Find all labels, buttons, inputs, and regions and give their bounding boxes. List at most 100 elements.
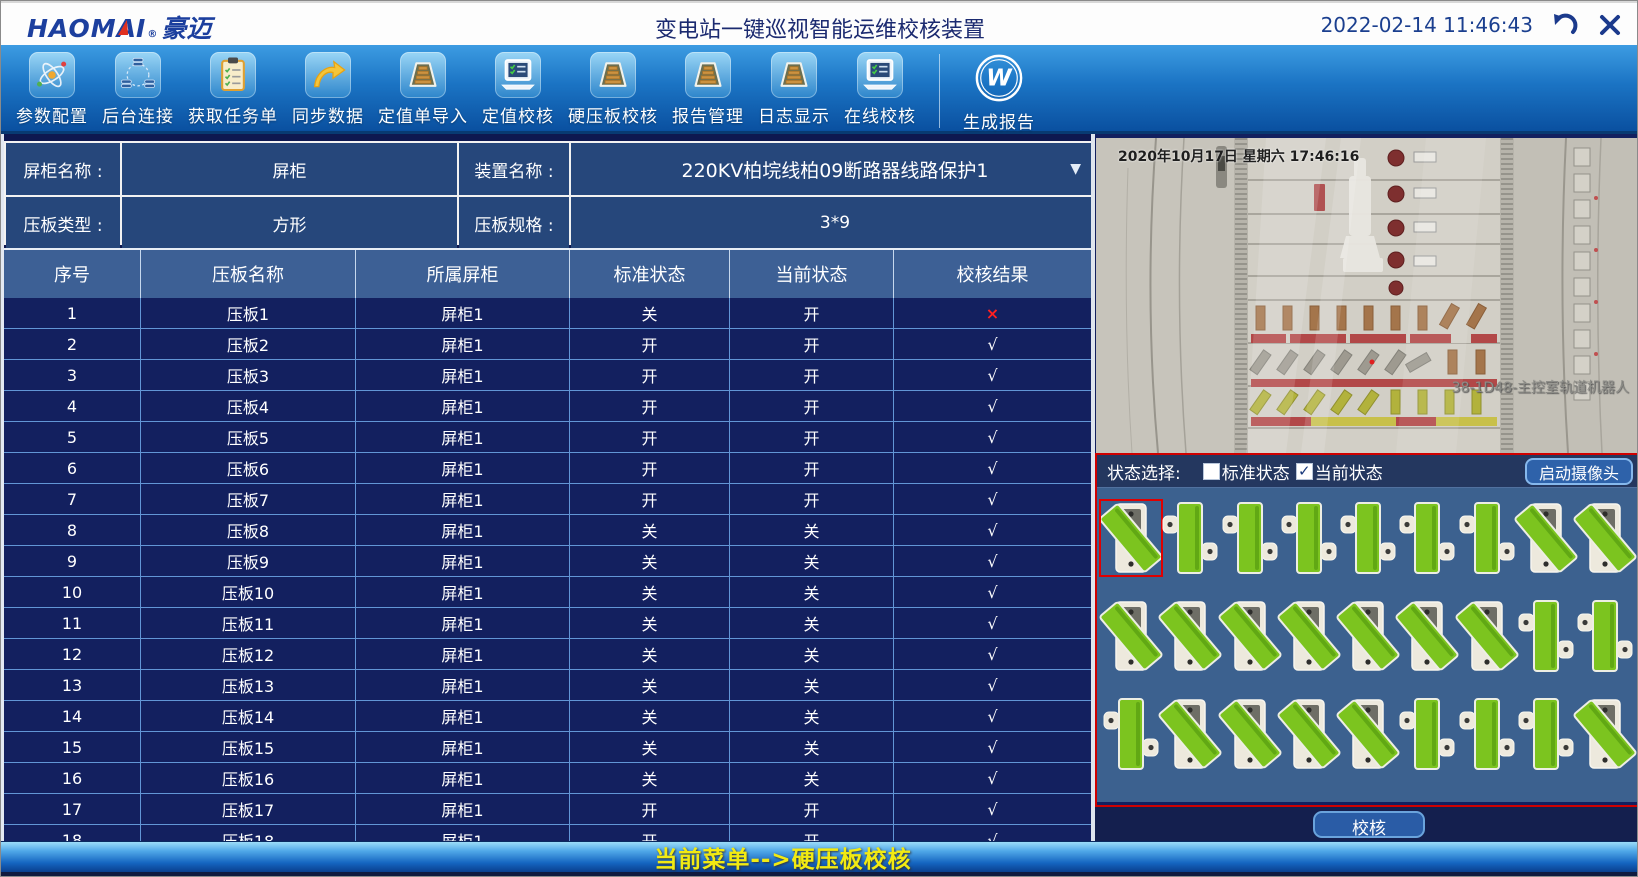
plate-indicator-tilted[interactable] xyxy=(1221,600,1279,672)
plate-indicator-tilted[interactable] xyxy=(1576,698,1634,770)
table-row[interactable]: 14压板14屏柜1关关√ xyxy=(4,701,1091,732)
device-name-label: 装置名称 : xyxy=(459,143,569,195)
cell: 6 xyxy=(4,453,141,483)
plate-table-body[interactable]: 1压板1屏柜1关开×2压板2屏柜1开开√3压板3屏柜1开开√4压板4屏柜1开开√… xyxy=(4,298,1091,841)
cell: 压板7 xyxy=(141,484,356,514)
toolbar-item-generate-report[interactable]: W生成报告 xyxy=(956,52,1042,133)
plate-indicator-upright[interactable] xyxy=(1339,502,1397,574)
standard-state-checkbox[interactable] xyxy=(1203,463,1220,480)
cell: 屏柜1 xyxy=(356,329,570,359)
toolbar-item-backend-connection[interactable]: 后台连接 xyxy=(95,52,181,127)
plate-indicator-upright[interactable] xyxy=(1398,698,1456,770)
plate-indicator-tilted[interactable] xyxy=(1576,502,1634,574)
toolbar-item-setting-verify[interactable]: 定值校核 xyxy=(475,52,561,127)
plate-indicator-upright[interactable] xyxy=(1221,502,1279,574)
table-row[interactable]: 10压板10屏柜1关关√ xyxy=(4,577,1091,608)
table-row[interactable]: 8压板8屏柜1关关√ xyxy=(4,515,1091,546)
cell: 关 xyxy=(570,546,730,576)
undo-icon[interactable] xyxy=(1549,10,1579,40)
plate-indicator-upright[interactable] xyxy=(1576,600,1634,672)
close-icon[interactable] xyxy=(1595,10,1625,40)
cell: 关 xyxy=(570,577,730,607)
plate-indicator-upright[interactable] xyxy=(1398,502,1456,574)
table-row[interactable]: 1压板1屏柜1关开× xyxy=(4,298,1091,329)
device-name-select[interactable]: 220KV柏垸线柏09断路器线路保护1 ▼ xyxy=(571,143,1091,195)
cell: √ xyxy=(894,546,1091,576)
cell: 18 xyxy=(4,825,141,841)
toolbar-item-label: 日志显示 xyxy=(758,102,830,127)
svg-text:W: W xyxy=(986,66,1013,92)
toolbar-item-log-display[interactable]: 日志显示 xyxy=(751,52,837,127)
plate-indicator-upright[interactable] xyxy=(1280,502,1338,574)
toolbar-item-setting-sheet-import[interactable]: 定值单导入 xyxy=(371,52,475,127)
plate-indicator-tilted[interactable] xyxy=(1161,698,1219,770)
toolbar-item-label: 在线校核 xyxy=(844,102,916,127)
table-row[interactable]: 5压板5屏柜1开开√ xyxy=(4,422,1091,453)
verify-button[interactable]: 校核 xyxy=(1313,811,1425,838)
table-row[interactable]: 12压板12屏柜1关关√ xyxy=(4,639,1091,670)
toolbar-item-label: 报告管理 xyxy=(672,102,744,127)
toolbar-item-hard-plate-verify[interactable]: 硬压板校核 xyxy=(561,52,665,127)
cell: × xyxy=(894,298,1091,328)
standard-state-label: 标准状态 xyxy=(1222,459,1290,484)
plate-indicator-upright[interactable] xyxy=(1102,698,1160,770)
cell: 屏柜1 xyxy=(356,484,570,514)
table-row[interactable]: 17压板17屏柜1开开√ xyxy=(4,794,1091,825)
cell: 关 xyxy=(730,577,894,607)
plate-indicator-upright[interactable] xyxy=(1517,698,1575,770)
plate-indicator-upright[interactable] xyxy=(1161,502,1219,574)
column-header: 标准状态 xyxy=(570,250,730,298)
cell: 压板11 xyxy=(141,608,356,638)
cell: 14 xyxy=(4,701,141,731)
cell: √ xyxy=(894,825,1091,841)
cell: 关 xyxy=(730,608,894,638)
table-row[interactable]: 2压板2屏柜1开开√ xyxy=(4,329,1091,360)
plate-spec-value: 3*9 xyxy=(571,197,1091,249)
toolbar-item-fetch-task-list[interactable]: 获取任务单 xyxy=(181,52,285,127)
table-row[interactable]: 18压板18屏柜1开开√ xyxy=(4,825,1091,841)
plate-indicator-tilted[interactable] xyxy=(1398,600,1456,672)
toolbar-item-label: 定值校核 xyxy=(482,102,554,127)
toolbar-item-sync-data[interactable]: 同步数据 xyxy=(285,52,371,127)
plate-indicator-tilted[interactable] xyxy=(1161,600,1219,672)
plate-indicator-tilted[interactable] xyxy=(1221,698,1279,770)
table-row[interactable]: 3压板3屏柜1开开√ xyxy=(4,360,1091,391)
plate-indicator-tilted[interactable] xyxy=(1517,502,1575,574)
current-state-checkbox[interactable] xyxy=(1296,463,1313,480)
toolbar-item-param-config[interactable]: 参数配置 xyxy=(9,52,95,127)
toolbar-item-report-management[interactable]: 报告管理 xyxy=(665,52,751,127)
plate-indicator-tilted[interactable] xyxy=(1458,600,1516,672)
table-row[interactable]: 4压板4屏柜1开开√ xyxy=(4,391,1091,422)
cell: 关 xyxy=(730,515,894,545)
cell: 3 xyxy=(4,360,141,390)
cell: 开 xyxy=(730,329,894,359)
cell: 屏柜1 xyxy=(356,825,570,841)
plate-indicator-tilted[interactable] xyxy=(1102,502,1160,574)
toolbar-item-online-verify[interactable]: 在线校核 xyxy=(837,52,923,127)
table-row[interactable]: 16压板16屏柜1关关√ xyxy=(4,763,1091,794)
sync-arrow-icon xyxy=(305,52,351,98)
table-row[interactable]: 7压板7屏柜1开开√ xyxy=(4,484,1091,515)
plate-indicator-tilted[interactable] xyxy=(1102,600,1160,672)
table-row[interactable]: 13压板13屏柜1关关√ xyxy=(4,670,1091,701)
cell: √ xyxy=(894,360,1091,390)
table-row[interactable]: 6压板6屏柜1开开√ xyxy=(4,453,1091,484)
plate-indicator-tilted[interactable] xyxy=(1280,600,1338,672)
table-row[interactable]: 11压板11屏柜1关关√ xyxy=(4,608,1091,639)
cell: 开 xyxy=(730,422,894,452)
plate-type-value: 方形 xyxy=(122,197,457,249)
plate-indicator-upright[interactable] xyxy=(1517,600,1575,672)
plate-indicator-upright[interactable] xyxy=(1458,502,1516,574)
chevron-down-icon[interactable]: ▼ xyxy=(1070,161,1081,177)
plate-indicator-tilted[interactable] xyxy=(1280,698,1338,770)
table-row[interactable]: 15压板15屏柜1关关√ xyxy=(4,732,1091,763)
cell: 屏柜1 xyxy=(356,763,570,793)
plate-indicator-upright[interactable] xyxy=(1458,698,1516,770)
laptop-check-icon xyxy=(857,52,903,98)
plate-indicator-tilted[interactable] xyxy=(1339,698,1397,770)
cabinet-photo xyxy=(1096,138,1638,453)
table-row[interactable]: 9压板9屏柜1关关√ xyxy=(4,546,1091,577)
start-camera-button[interactable]: 启动摄像头 xyxy=(1525,458,1633,485)
plate-indicator-tilted[interactable] xyxy=(1339,600,1397,672)
plate-panel: 屏柜名称 : 屏柜 装置名称 : 220KV柏垸线柏09断路器线路保护1 ▼ 压… xyxy=(1,134,1091,841)
